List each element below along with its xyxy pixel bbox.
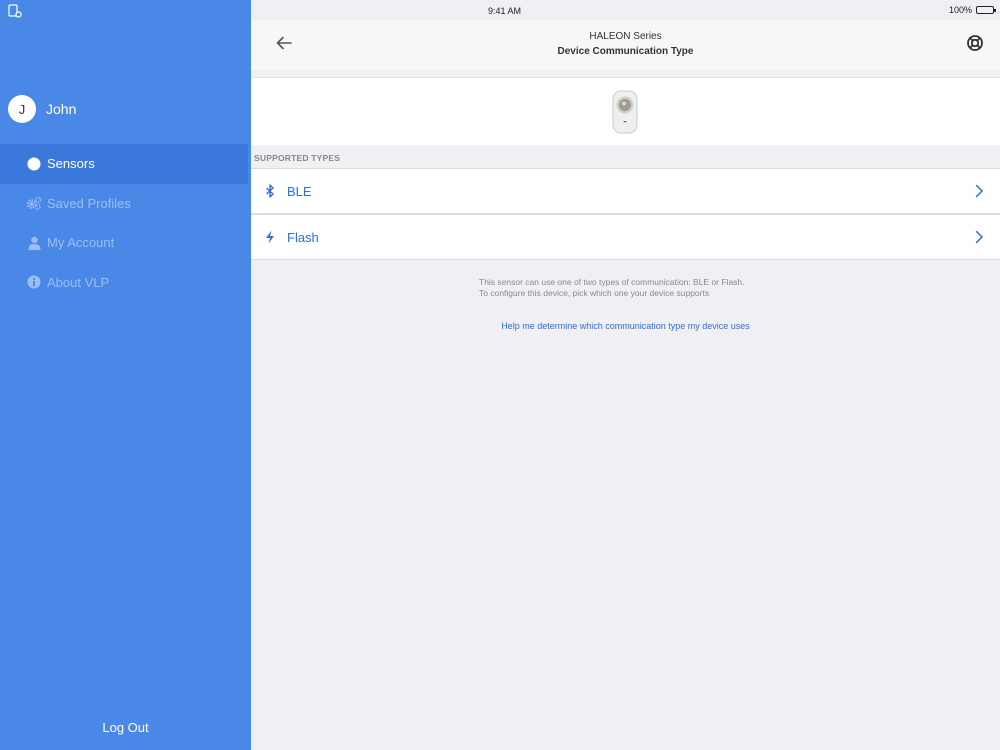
status-battery: 100% [948, 5, 996, 15]
header-subtitle: HALEON Series [589, 31, 662, 42]
type-label: BLE [287, 183, 312, 199]
sidebar-item-label: Sensors [47, 156, 95, 172]
device-image-panel [251, 77, 1000, 145]
note-line: To configure this device, pick which one… [479, 288, 710, 298]
page-title: Device Communication Type [557, 46, 694, 57]
sidebar: J John Sensors Saved Profiles My Account… [0, 0, 251, 750]
info-icon [26, 274, 42, 290]
info-note: This sensor can use one of two types of … [479, 277, 745, 299]
battery-percent: 100% [948, 5, 972, 15]
user-name: John [46, 101, 77, 117]
logout-button[interactable]: Log Out [0, 720, 251, 735]
sidebar-item-label: My Account [47, 235, 115, 251]
user-profile[interactable]: J John [8, 95, 76, 123]
sidebar-item-label: Saved Profiles [47, 195, 131, 211]
lightning-icon [263, 230, 277, 244]
type-row-ble[interactable]: BLE [251, 168, 1000, 214]
circle-icon [26, 156, 42, 172]
section-label: SUPPORTED TYPES [254, 153, 341, 163]
sensor-device-image [612, 90, 638, 134]
gears-icon [26, 195, 42, 211]
battery-icon [976, 6, 996, 14]
type-row-flash[interactable]: Flash [251, 214, 1000, 260]
status-time: 9:41 AM [488, 6, 522, 16]
chevron-right-icon [975, 230, 984, 244]
lifebuoy-icon[interactable] [966, 34, 984, 52]
bluetooth-icon [263, 184, 277, 198]
sidebar-item-about-vlp[interactable]: About VLP [0, 263, 248, 303]
sidebar-item-sensors[interactable]: Sensors [0, 144, 248, 184]
sidebar-item-label: About VLP [47, 274, 110, 290]
user-icon [26, 235, 42, 251]
sidebar-item-saved-profiles[interactable]: Saved Profiles [0, 184, 248, 224]
nav-header: HALEON Series Device Communication Type [251, 20, 1000, 70]
type-label: Flash [287, 229, 319, 245]
avatar: J [8, 95, 36, 123]
sidebar-nav: Sensors Saved Profiles My Account About … [0, 144, 248, 302]
help-link[interactable]: Help me determine which communication ty… [251, 321, 1000, 331]
device-settings-icon[interactable] [8, 4, 22, 18]
note-line: This sensor can use one of two types of … [479, 277, 745, 287]
chevron-right-icon [975, 184, 984, 198]
sidebar-item-my-account[interactable]: My Account [0, 223, 248, 263]
